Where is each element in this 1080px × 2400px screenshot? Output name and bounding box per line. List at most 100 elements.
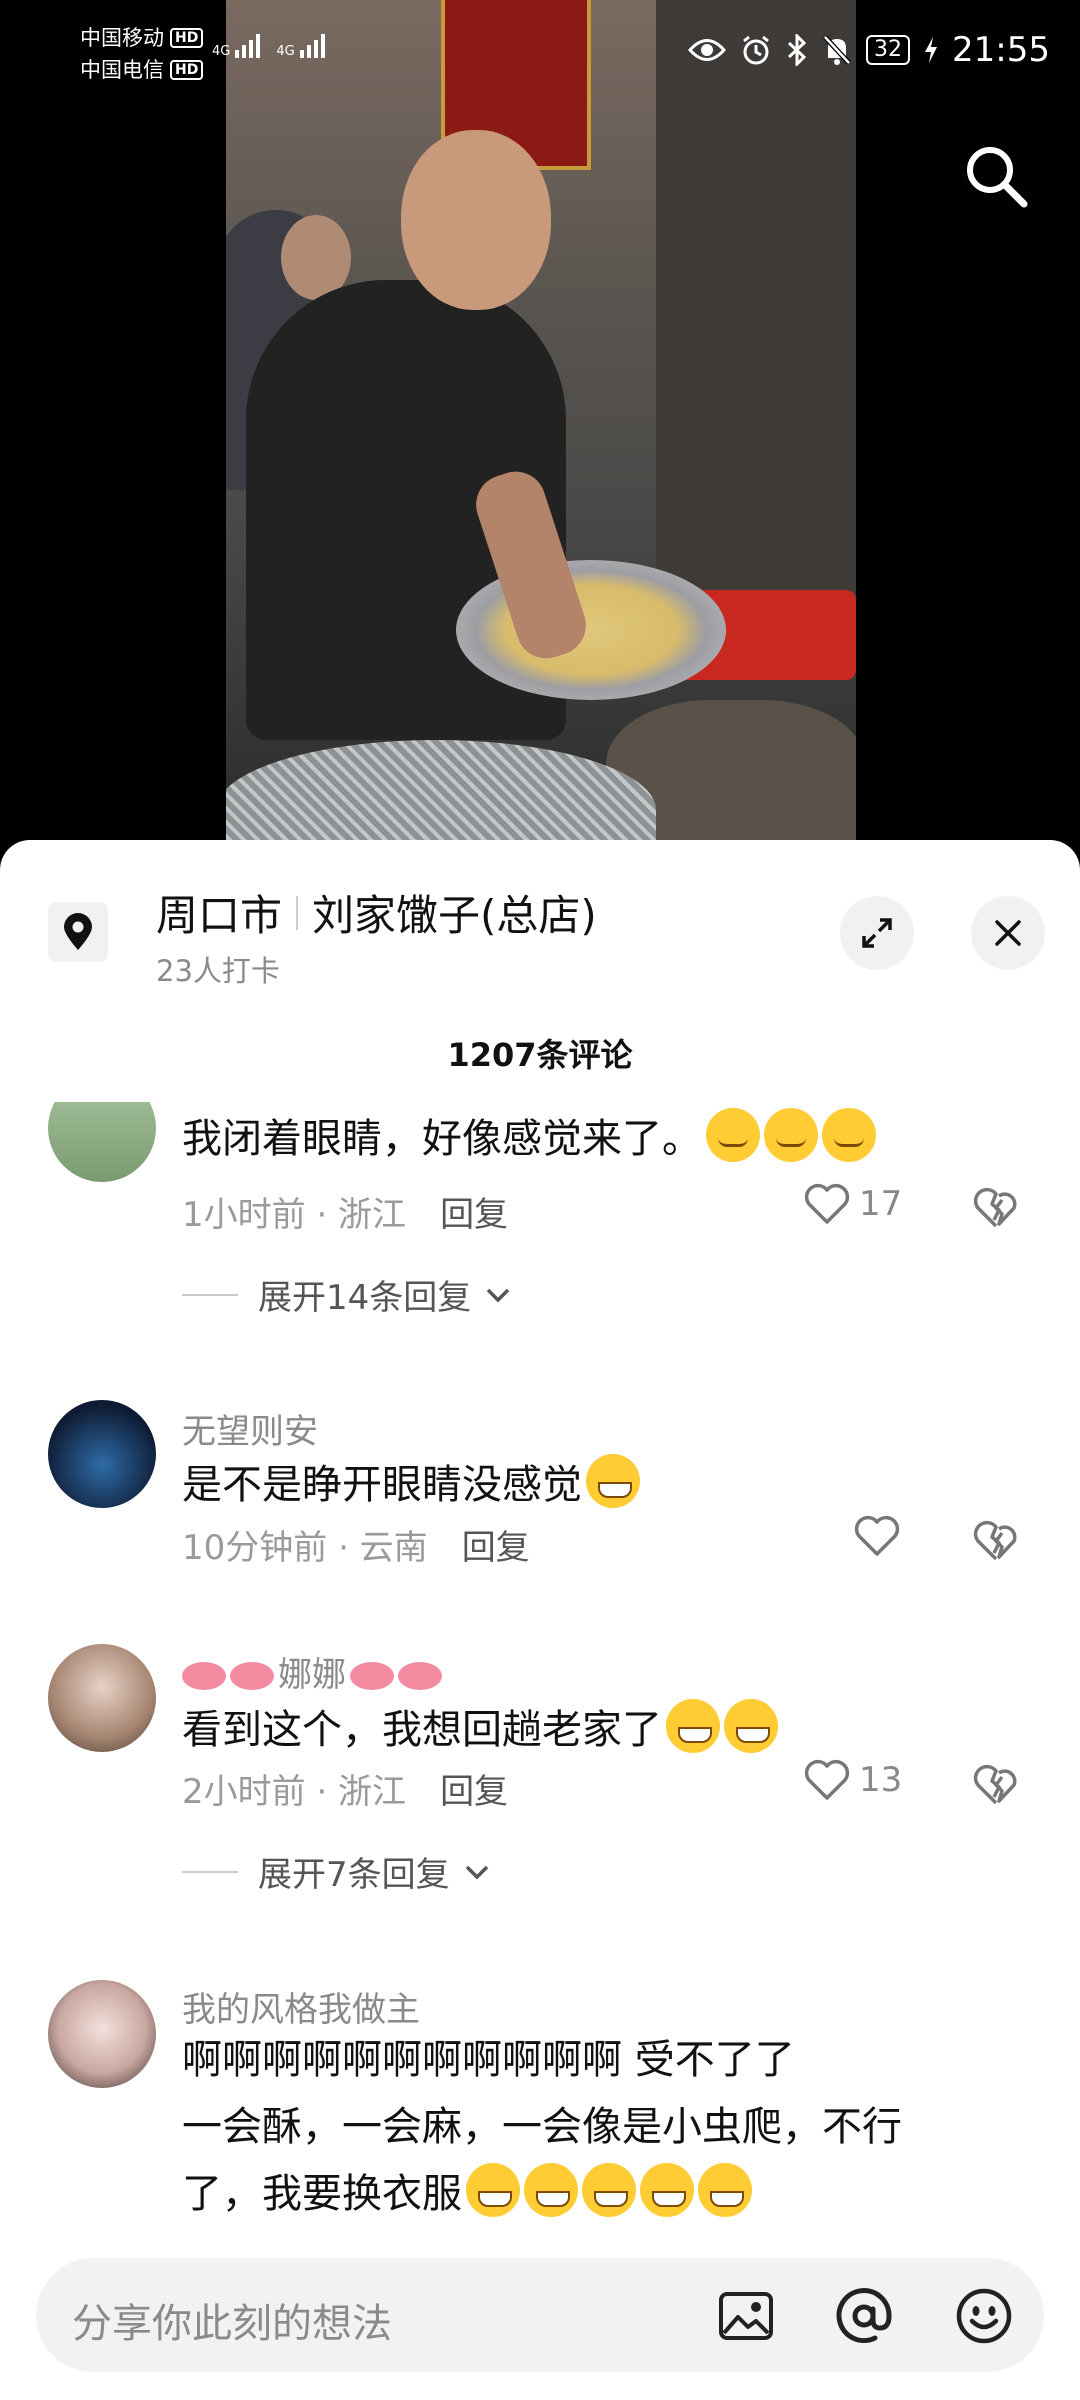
emoji-icon bbox=[956, 2288, 1012, 2344]
screen: 中国移动 HD 中国电信 HD 4G 4G 32 21:55 周口市 刘家馓子(… bbox=[0, 0, 1080, 2400]
comment-text: 是不是睁开眼睛没感觉 bbox=[182, 1452, 640, 1518]
image-button[interactable] bbox=[716, 2286, 776, 2346]
comment-meta: 2小时前 · 浙江 回复 bbox=[182, 1764, 508, 1813]
hd-badge: HD bbox=[170, 60, 204, 80]
battery-level: 32 bbox=[866, 35, 911, 65]
close-icon bbox=[995, 920, 1021, 946]
eye-icon bbox=[688, 39, 727, 61]
divider bbox=[182, 1293, 238, 1296]
clock: 21:55 bbox=[952, 30, 1050, 70]
comment-time-location: 10分钟前 · 云南 bbox=[182, 1528, 428, 1568]
comment-list[interactable]: 我闭着眼睛，好像感觉来了。 1小时前 · 浙江 回复 17 展开14条回复 无望则… bbox=[0, 1102, 1080, 2400]
smirk-emoji bbox=[822, 1108, 876, 1162]
carrier-2: 中国电信 bbox=[80, 58, 164, 82]
expand-replies-label: 展开7条回复 bbox=[258, 1855, 450, 1895]
close-button[interactable] bbox=[971, 896, 1045, 970]
like-count: 13 bbox=[859, 1760, 903, 1800]
grin-emoji bbox=[724, 1699, 778, 1753]
heart-icon bbox=[804, 1759, 850, 1800]
video-object bbox=[226, 740, 656, 840]
username[interactable]: 我的风格我做主 bbox=[182, 1982, 420, 2031]
search-icon[interactable] bbox=[960, 140, 1032, 212]
avatar[interactable] bbox=[48, 1980, 156, 2088]
comment-meta: 10分钟前 · 云南 回复 bbox=[182, 1520, 530, 1569]
like-count: 17 bbox=[859, 1184, 903, 1224]
location-badge[interactable] bbox=[48, 902, 108, 962]
location-city: 周口市 bbox=[156, 891, 283, 940]
comment-count: 1207条评论 bbox=[447, 1036, 633, 1074]
comment-time-location: 2小时前 · 浙江 bbox=[182, 1772, 407, 1812]
network-label: 4G bbox=[276, 44, 295, 59]
carrier-1: 中国移动 bbox=[80, 26, 164, 50]
lips-emoji bbox=[398, 1662, 442, 1690]
expand-replies[interactable]: 展开7条回复 bbox=[182, 1847, 490, 1896]
hd-badge: HD bbox=[170, 28, 204, 48]
like-button[interactable] bbox=[853, 1514, 901, 1558]
comment-text: 看到这个，我想回趟老家了 bbox=[182, 1697, 778, 1763]
expand-button[interactable] bbox=[840, 896, 914, 970]
location-title[interactable]: 周口市 刘家馓子(总店) bbox=[156, 882, 597, 943]
location-pin-icon bbox=[64, 913, 92, 950]
at-icon bbox=[836, 2288, 892, 2344]
signal-icon: 4G bbox=[212, 34, 261, 59]
broken-heart-icon[interactable] bbox=[972, 1763, 1020, 1807]
comment-text: 啊啊啊啊啊啊啊啊啊啊啊 受不了了 bbox=[182, 2037, 795, 2083]
username[interactable]: 无望则安 bbox=[182, 1404, 318, 1453]
comment-input-placeholder: 分享你此刻的想法 bbox=[72, 2301, 392, 2347]
charging-icon bbox=[925, 37, 938, 63]
comment-meta: 1小时前 · 浙江 回复 bbox=[182, 1187, 508, 1236]
video-player[interactable] bbox=[226, 0, 856, 840]
video-object bbox=[456, 560, 726, 700]
comment-text: 我闭着眼睛，好像感觉来了。 bbox=[182, 1106, 876, 1172]
reply-button[interactable]: 回复 bbox=[440, 1195, 508, 1235]
alarm-icon bbox=[743, 35, 769, 65]
chevron-down-icon bbox=[465, 1865, 488, 1879]
carrier-info: 中国移动 HD 中国电信 HD bbox=[80, 22, 204, 86]
divider bbox=[182, 1870, 238, 1873]
comment-text: 一会酥，一会麻，一会像是小虫爬，不行 bbox=[182, 2104, 902, 2150]
broken-heart-icon[interactable] bbox=[972, 1186, 1020, 1230]
lips-emoji bbox=[350, 1662, 394, 1690]
image-icon bbox=[719, 2292, 773, 2340]
mute-bell-icon bbox=[823, 35, 851, 65]
broken-heart-icon[interactable] bbox=[972, 1519, 1020, 1563]
comment-input[interactable]: 分享你此刻的想法 bbox=[36, 2258, 1044, 2372]
expand-replies-label: 展开14条回复 bbox=[258, 1278, 472, 1318]
username[interactable]: 娜娜 bbox=[182, 1647, 446, 1696]
heart-icon bbox=[854, 1515, 900, 1556]
comment-time-location: 1小时前 · 浙江 bbox=[182, 1195, 407, 1235]
network-label: 4G bbox=[212, 44, 231, 59]
smirk-emoji bbox=[706, 1108, 760, 1162]
laugh-cry-emoji bbox=[640, 2163, 694, 2217]
status-icons: 32 21:55 bbox=[688, 30, 1050, 70]
signal-icon: 4G bbox=[276, 34, 325, 59]
emoji-button[interactable] bbox=[954, 2286, 1014, 2346]
lips-emoji bbox=[230, 1662, 274, 1690]
bluetooth-icon bbox=[787, 34, 807, 66]
mention-button[interactable] bbox=[834, 2286, 894, 2346]
chevron-down-icon bbox=[487, 1288, 510, 1302]
video-person bbox=[401, 130, 551, 310]
avatar[interactable] bbox=[48, 1102, 156, 1182]
heart-icon bbox=[804, 1183, 850, 1224]
expand-replies[interactable]: 展开14条回复 bbox=[182, 1270, 511, 1319]
reply-button[interactable]: 回复 bbox=[462, 1528, 530, 1568]
avatar[interactable] bbox=[48, 1400, 156, 1508]
like-button[interactable]: 17 bbox=[803, 1182, 902, 1226]
expand-icon bbox=[862, 918, 892, 948]
comment-text: 了，我要换衣服 bbox=[182, 2161, 752, 2227]
smirk-emoji bbox=[764, 1108, 818, 1162]
laugh-cry-emoji bbox=[466, 2163, 520, 2217]
reply-button[interactable]: 回复 bbox=[440, 1772, 508, 1812]
checkin-count: 23人打卡 bbox=[156, 954, 280, 988]
divider bbox=[296, 895, 299, 930]
lips-emoji bbox=[182, 1662, 226, 1690]
avatar[interactable] bbox=[48, 1644, 156, 1752]
signal-indicators: 4G 4G bbox=[212, 34, 325, 58]
comment-sheet: 周口市 刘家馓子(总店) 23人打卡 1207条评论 我闭着眼睛，好像感觉来了。… bbox=[0, 840, 1080, 2400]
like-button[interactable]: 13 bbox=[803, 1758, 902, 1802]
laugh-cry-emoji bbox=[698, 2163, 752, 2217]
grin-emoji bbox=[586, 1454, 640, 1508]
laugh-cry-emoji bbox=[582, 2163, 636, 2217]
location-shop: 刘家馓子(总店) bbox=[312, 891, 597, 940]
